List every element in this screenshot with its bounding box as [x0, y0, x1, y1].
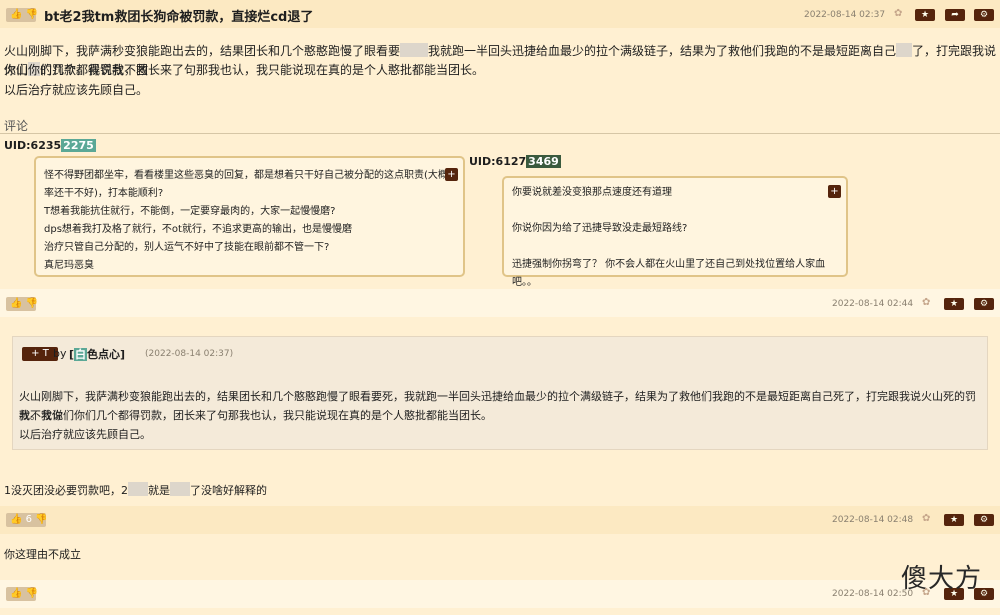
fruit-icon: ✿: [922, 297, 931, 308]
quote-right-line: 迅捷强制你拐弯了？ 你不会人都在火山里了还自己到处找位置给人家血吧。。: [512, 259, 826, 288]
quote-right-uid[interactable]: UID:6127 3469: [469, 155, 561, 168]
post-title: bt老2我tm救团长狗命被罚款，直接烂cd退了: [44, 10, 314, 25]
gear-icon[interactable]: ⚙: [974, 298, 994, 310]
comment-2-footer: 👍 6 👎 2022-08-14 02:48 ✿ ★ ⚙: [0, 506, 1000, 534]
ref-body-line: 我不救你们你们几个都得罚款，团长来了句那我也认，我只能说现在真的是个人憨批都能当…: [19, 409, 492, 422]
quote-left-uid[interactable]: UID:6235 2275: [4, 139, 96, 152]
vote-buttons[interactable]: 👍 6 👎: [6, 513, 48, 527]
comment-2-text: 1没灭团没必要罚款吧，2 就是 了没啥好解释的: [4, 482, 267, 497]
ref-user-badge: 白: [74, 348, 88, 361]
quote-left-line: dps想着我打及格了就行，不ot就行，不追求更高的输出，也是慢慢磨: [44, 224, 352, 235]
star-icon[interactable]: ★: [944, 514, 964, 526]
comment-timestamp: 2022-08-14 02:48: [832, 515, 914, 525]
uid-badge: 2275: [61, 139, 96, 152]
redacted-block: [896, 43, 913, 57]
redacted-block: [128, 482, 148, 496]
comment-3-text: 你这理由不成立: [4, 548, 81, 561]
comments-heading: 评论: [4, 119, 29, 133]
quote-left-line: T想着我能抗住就行，不能倒，一定要穿最肉的，大家一起慢慢磨?: [44, 206, 336, 217]
uid-badge: 3469: [526, 155, 561, 168]
quote-left-line: 治疗只管自己分配的，别人运气不好中了技能在眼前都不管一下?: [44, 242, 330, 253]
redacted-block: [400, 43, 429, 57]
share-icon[interactable]: ➦: [945, 9, 965, 21]
post-body-line-3: 以后治疗就应该先顾自己。: [4, 83, 149, 97]
star-icon[interactable]: ★: [915, 9, 935, 21]
quote-left-line: 率还干不好)，打本能顺利?: [44, 188, 164, 199]
post-timestamp: 2022-08-14 02:37: [804, 10, 886, 20]
star-icon[interactable]: ★: [944, 298, 964, 310]
redacted-block: [170, 482, 190, 496]
comment-timestamp: 2022-08-14 02:44: [832, 299, 914, 309]
vote-buttons[interactable]: 👍 👎: [6, 587, 38, 601]
vote-buttons[interactable]: 👍 👎: [6, 8, 38, 22]
comment-3-footer: 👍 👎 2022-08-14 02:50 ✿ ★ ⚙: [0, 580, 1000, 608]
comment-1-footer: 👍 👎 2022-08-14 02:44 ✿ ★ ⚙: [0, 289, 1000, 317]
watermark-logo: 傻大方: [900, 564, 982, 594]
ref-body-line: 以后治疗就应该先顾自己。: [19, 428, 151, 441]
quote-right: 你要说就差没变狼那点速度还有道理 你说你因为给了迅捷导致没走最短路线? 迅捷强制…: [502, 176, 848, 288]
ref-user[interactable]: [白色点心]: [69, 346, 125, 362]
quote-left: 怪不得野团都坐牢，看看楼里这些恶臭的回复，都是想着只干好自己被分配的这点职责(大…: [34, 156, 465, 277]
vote-buttons[interactable]: 👍 👎: [6, 297, 38, 311]
gear-icon[interactable]: ⚙: [974, 514, 994, 526]
quote-right-line: 你说你因为给了迅捷导致没走最短路线?: [512, 223, 688, 234]
post-body-line-2: 你们你们几个都得罚款，团长来了句那我也认，我只能说现在真的是个人憨批都能当团长。: [4, 63, 485, 77]
ref-time: (2022-08-14 02:37): [145, 349, 234, 359]
quote-left-line: 怪不得野团都坐牢，看看楼里这些恶臭的回复，都是想着只干好自己被分配的这点职责(大…: [44, 170, 448, 181]
quote-left-line: 真尼玛恶臭: [44, 260, 94, 271]
post-header: 👍 👎 bt老2我tm救团长狗命被罚款，直接烂cd退了 2022-08-14 0…: [0, 0, 1000, 28]
reply-reference-box: + T by [白色点心] (2022-08-14 02:37) 火山刚脚下，我…: [12, 336, 988, 450]
fruit-icon: ✿: [894, 8, 903, 19]
quote-right-line: 你要说就差没变狼那点速度还有道理: [512, 187, 672, 198]
divider: [0, 133, 1000, 134]
expand-plus-icon[interactable]: +: [445, 168, 458, 181]
fruit-icon: ✿: [922, 513, 931, 524]
expand-plus-icon[interactable]: +: [828, 185, 841, 198]
gear-icon[interactable]: ⚙: [974, 9, 994, 21]
ref-by: by: [53, 347, 67, 360]
